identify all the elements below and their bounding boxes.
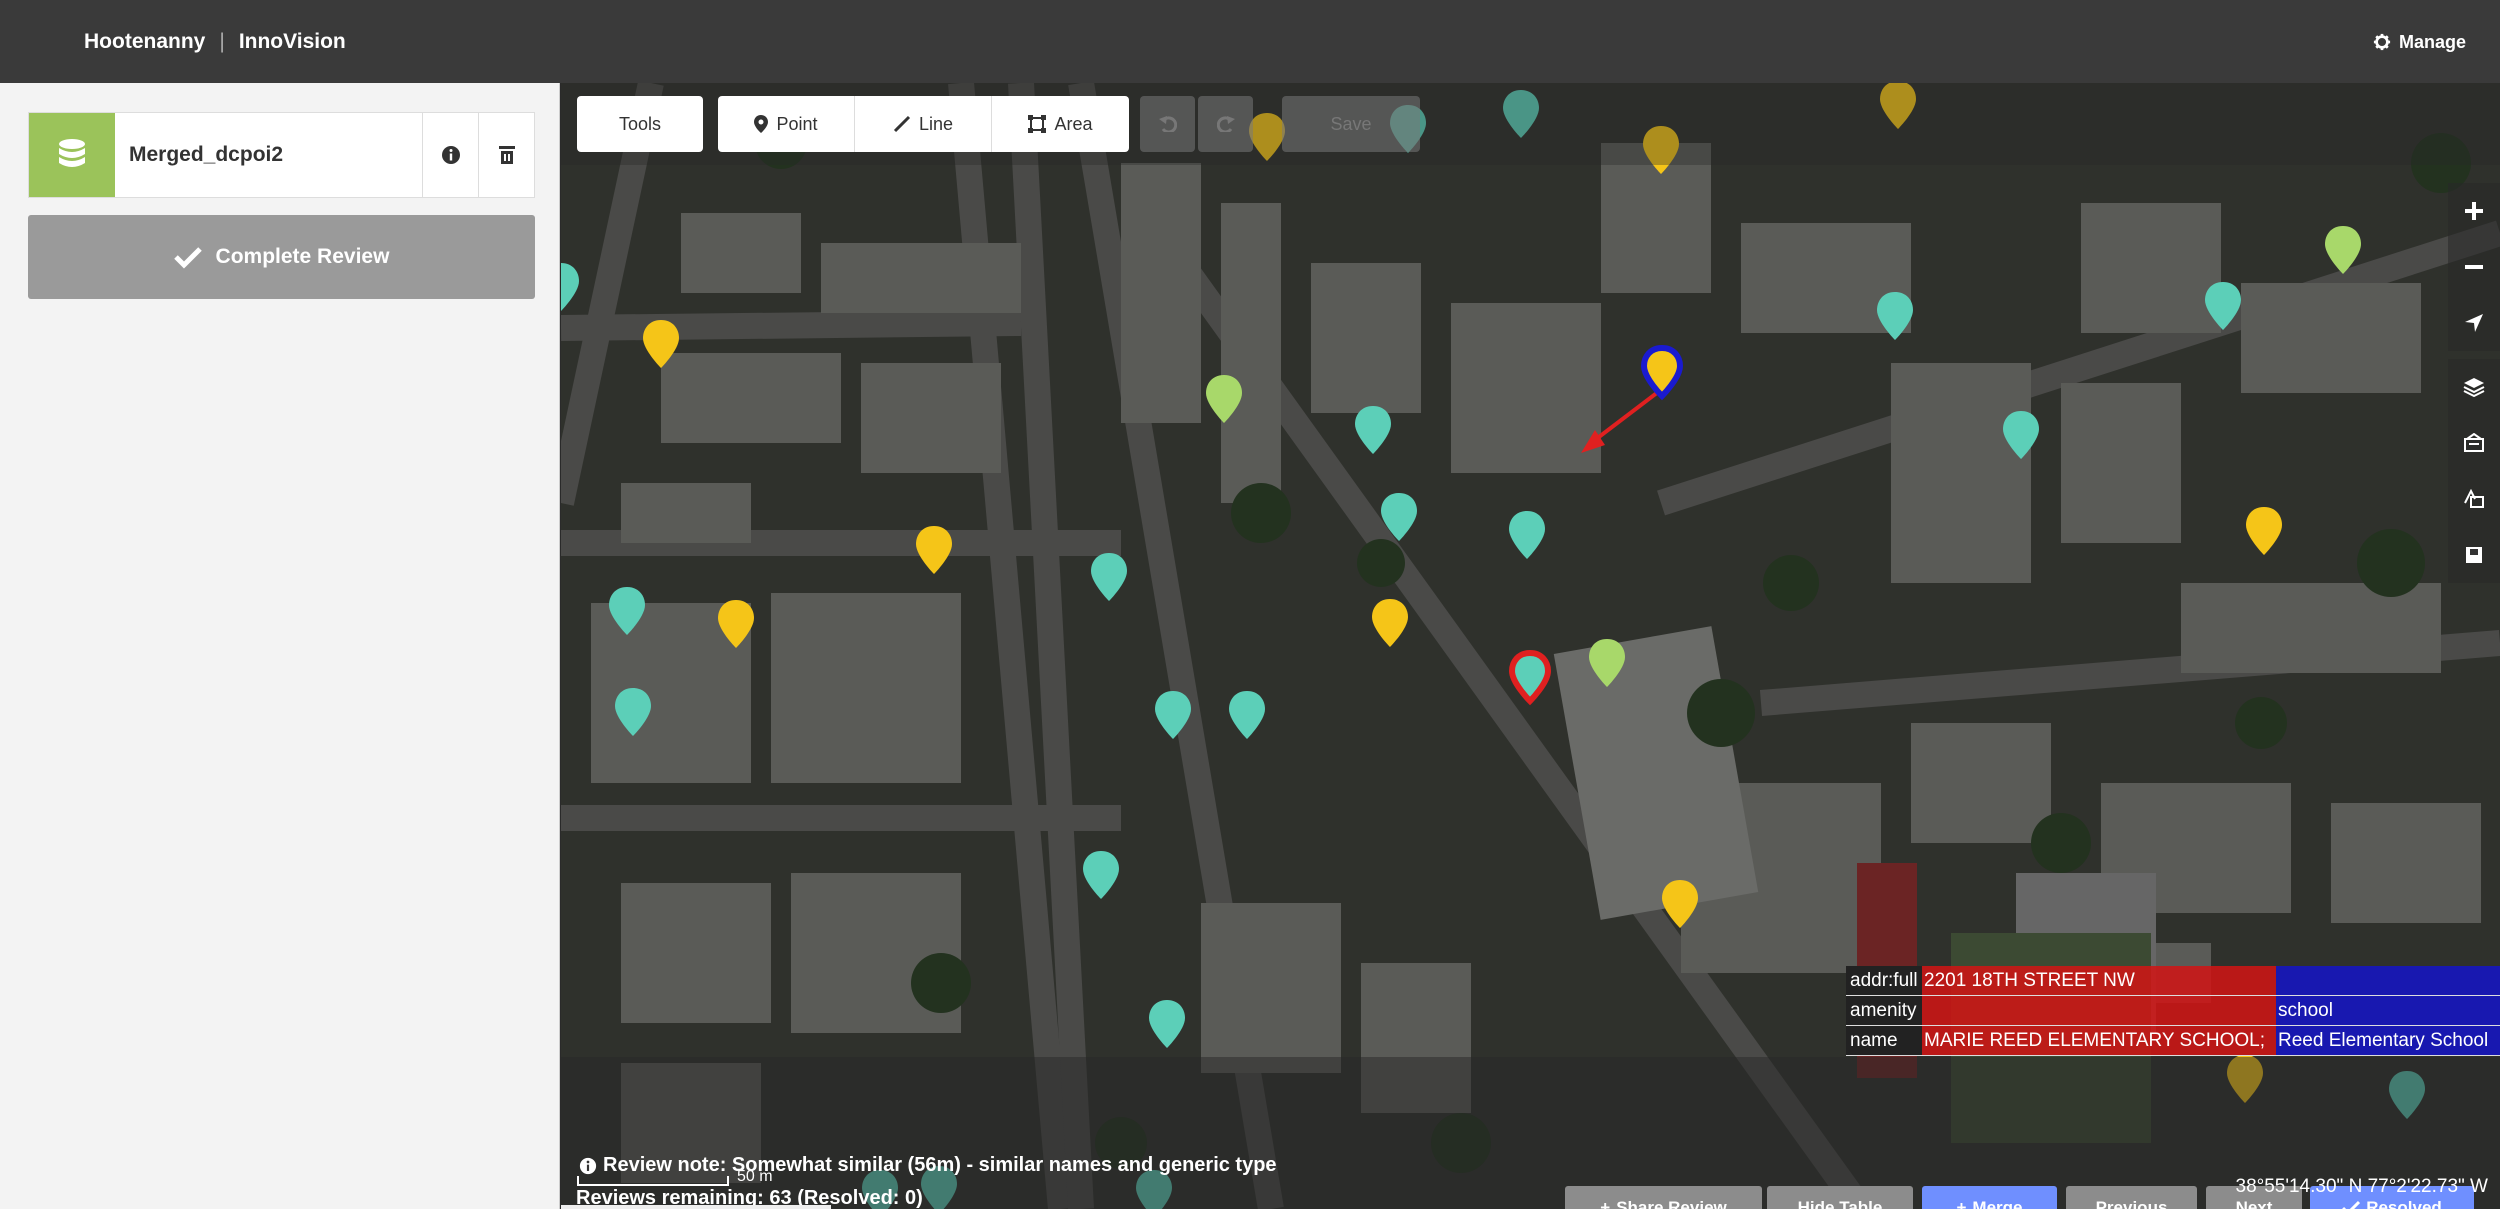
plus-icon (2465, 202, 2483, 220)
review-tag-table: addr:full 2201 18TH STREET NW amenity sc… (1846, 966, 2500, 1056)
share-review-button[interactable]: + Share Review (1565, 1186, 1762, 1209)
brand: Hootenanny | InnoVision (84, 30, 346, 54)
redo-button[interactable] (1198, 96, 1253, 152)
save-panel-icon (2466, 547, 2482, 563)
sidebar: Merged_dcpoi2 Complete Review (0, 83, 560, 1209)
map-controls (2448, 183, 2500, 583)
line-button[interactable]: Line (855, 96, 992, 152)
hide-table-button[interactable]: Hide Table (1767, 1186, 1913, 1209)
complete-review-label: Complete Review (215, 245, 390, 268)
tag-key: amenity (1846, 996, 1922, 1025)
location-arrow-icon (2465, 314, 2483, 332)
tag-value-feature-a[interactable]: 2201 18TH STREET NW (1922, 966, 2276, 995)
next-label: Next (2235, 1198, 2273, 1209)
top-bar: Hootenanny | InnoVision Manage (0, 0, 2500, 83)
draw-mode-group: Point Line Area (718, 96, 1129, 152)
line-icon (893, 115, 911, 133)
coordinates-readout: 38°55'14.30" N 77°2'22.73" W (2235, 1176, 2489, 1197)
line-label: Line (918, 113, 954, 134)
geolocate-button[interactable] (2448, 295, 2500, 351)
layer-info-button[interactable] (422, 113, 478, 197)
save-button[interactable]: Save (1282, 96, 1420, 152)
merge-button[interactable]: + Merge (1922, 1186, 2057, 1209)
minus-icon (2465, 265, 2483, 269)
previous-label: Previous (2095, 1198, 2168, 1209)
area-icon (1028, 115, 1047, 133)
tag-key: addr:full (1846, 966, 1922, 995)
tag-key: name (1846, 1026, 1922, 1055)
info-icon (441, 146, 460, 164)
product-name[interactable]: InnoVision (239, 30, 346, 54)
map-data-icon (2464, 433, 2484, 452)
previous-button[interactable]: Previous (2066, 1186, 2197, 1209)
tools-label: Tools (618, 113, 662, 134)
edit-toolbar: Tools Point Line Area Save (561, 83, 2500, 165)
trash-icon (498, 146, 515, 164)
zoom-out-button[interactable] (2448, 239, 2500, 295)
layers-button[interactable] (2448, 359, 2500, 415)
tag-value-feature-b[interactable] (2276, 966, 2500, 995)
gear-icon (2373, 33, 2391, 51)
table-row: amenity school (1846, 996, 2500, 1026)
checkmark-icon (2342, 1200, 2361, 1209)
progress-strip (561, 1205, 831, 1209)
save-label: Save (1330, 113, 1372, 134)
scale-bar: 50 m (577, 1168, 773, 1186)
tag-value-feature-b[interactable]: school (2276, 996, 2500, 1025)
tools-button[interactable]: Tools (577, 96, 703, 152)
layer-card[interactable]: Merged_dcpoi2 (28, 112, 535, 198)
app-name[interactable]: Hootenanny (84, 30, 205, 54)
area-label: Area (1054, 113, 1093, 134)
layers-icon (2463, 378, 2485, 397)
tag-value-feature-a[interactable] (1922, 996, 2276, 1025)
tag-value-feature-a[interactable]: MARIE REED ELEMENTARY SCHOOL; (1922, 1026, 2276, 1055)
layer-name: Merged_dcpoi2 (129, 143, 284, 166)
layer-delete-button[interactable] (478, 113, 534, 197)
issues-button[interactable] (2448, 471, 2500, 527)
checkmark-icon (173, 247, 202, 269)
scale-label: 50 m (737, 1168, 773, 1185)
scale-line (577, 1176, 729, 1186)
plus-icon: + (1956, 1198, 1967, 1209)
point-button[interactable]: Point (718, 96, 855, 152)
map-data-button[interactable] (2448, 415, 2500, 471)
tag-value-feature-b[interactable]: Reed Elementary School (2276, 1026, 2500, 1055)
zoom-in-button[interactable] (2448, 183, 2500, 239)
undo-icon (1158, 116, 1177, 132)
preferences-button[interactable] (2448, 527, 2500, 583)
redo-icon (1216, 116, 1235, 132)
plus-icon: + (1600, 1198, 1611, 1209)
point-label: Point (776, 113, 818, 134)
undo-button[interactable] (1140, 96, 1195, 152)
manage-button[interactable]: Manage (2373, 25, 2466, 59)
issues-icon (2464, 489, 2484, 508)
brand-separator: | (219, 29, 225, 53)
resolved-label: Resolved (2366, 1198, 2442, 1209)
share-review-label: Share Review (1616, 1198, 1727, 1209)
hide-table-label: Hide Table (1797, 1198, 1883, 1209)
database-icon (29, 113, 115, 197)
complete-review-button[interactable]: Complete Review (28, 215, 535, 299)
table-row: addr:full 2201 18TH STREET NW (1846, 966, 2500, 996)
area-button[interactable]: Area (992, 96, 1129, 152)
manage-label: Manage (2398, 31, 2466, 52)
table-row: name MARIE REED ELEMENTARY SCHOOL; Reed … (1846, 1026, 2500, 1056)
map-view[interactable]: Tools Point Line Area Save addr:full 220… (561, 83, 2500, 1209)
map-pin-icon (754, 115, 769, 133)
merge-label: Merge (1972, 1198, 2023, 1209)
